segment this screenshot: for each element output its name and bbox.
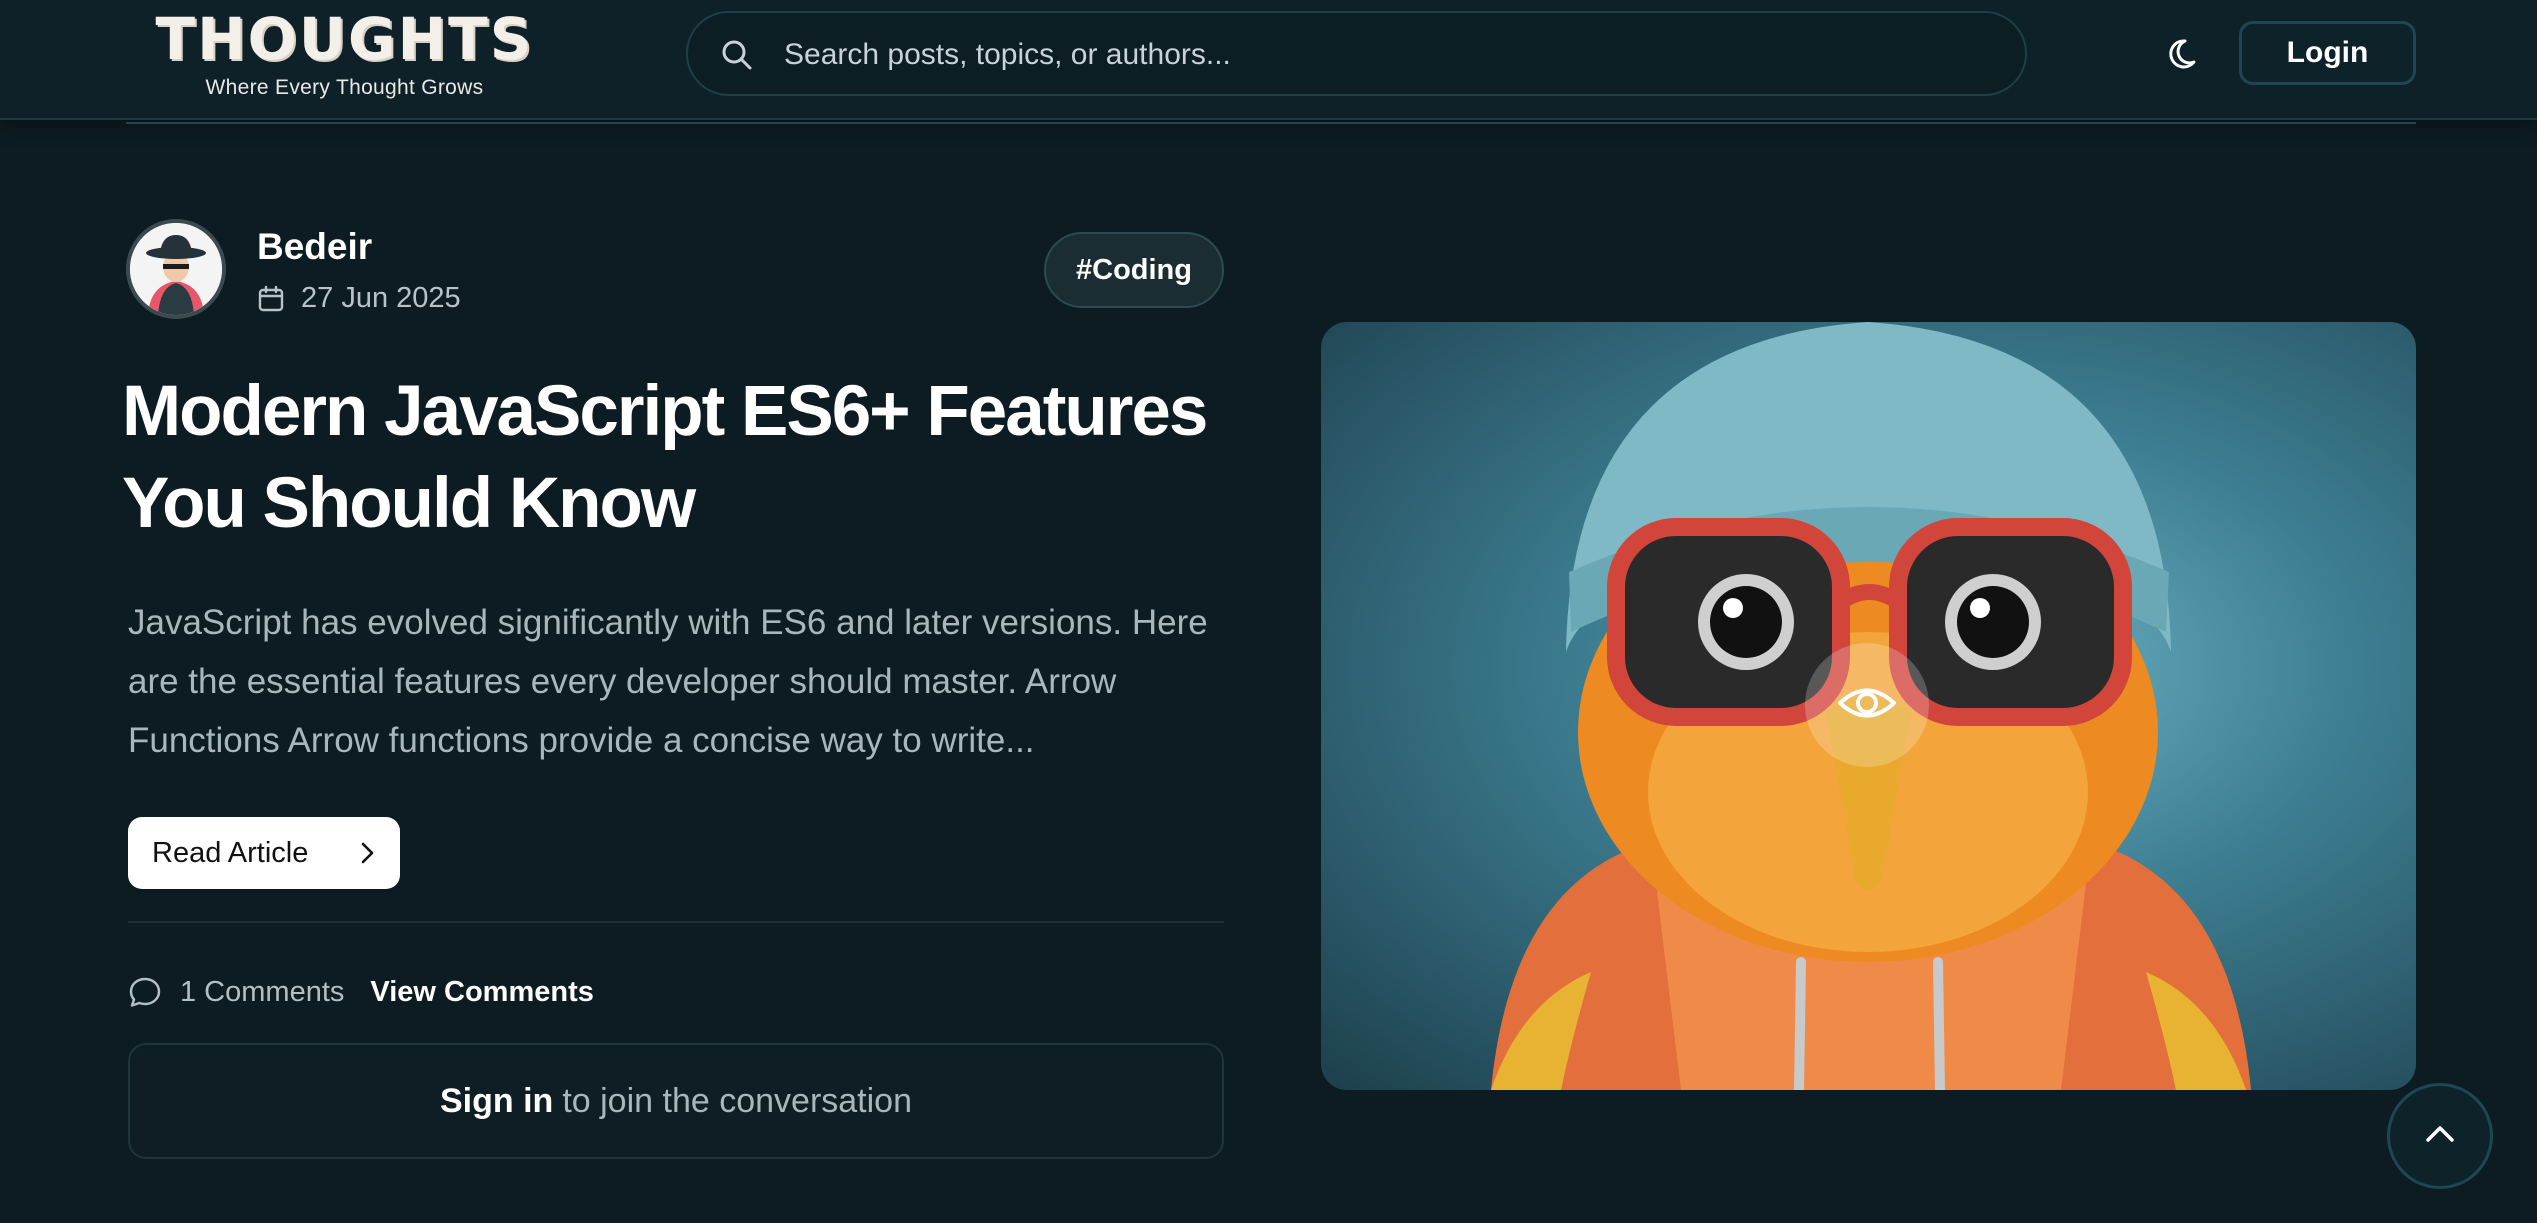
read-article-label: Read Article <box>152 836 309 869</box>
logo-wordmark: THOUGHTS <box>155 5 534 73</box>
post-date-row: 27 Jun 2025 <box>257 282 461 315</box>
comment-count: 1 Comments <box>180 975 345 1008</box>
eye-icon <box>1836 672 1898 739</box>
theme-toggle-button[interactable] <box>2165 32 2209 76</box>
signin-prompt: Sign in to join the conversation <box>128 1043 1224 1159</box>
view-comments-link[interactable]: View Comments <box>370 976 593 1009</box>
site-logo[interactable]: THOUGHTS Where Every Thought Grows <box>132 10 557 100</box>
search-bar[interactable] <box>686 11 2027 96</box>
scroll-to-top-button[interactable] <box>2387 1083 2493 1189</box>
search-icon <box>720 38 754 72</box>
signin-prompt-text: to join the conversation <box>562 1081 912 1120</box>
signin-link[interactable]: Sign in <box>440 1082 553 1121</box>
view-image-button[interactable] <box>1805 643 1929 767</box>
chevron-up-icon <box>2422 1116 2458 1157</box>
site-header: THOUGHTS Where Every Thought Grows Login <box>0 0 2537 120</box>
author-name[interactable]: Bedeir <box>257 226 372 268</box>
post-excerpt: JavaScript has evolved significantly wit… <box>128 603 1208 760</box>
login-button[interactable]: Login <box>2239 21 2416 85</box>
comment-icon <box>128 975 162 1009</box>
moon-icon <box>2165 39 2209 80</box>
author-avatar[interactable] <box>126 219 226 319</box>
header-divider <box>126 122 2416 124</box>
search-input[interactable] <box>784 33 1964 77</box>
post-tag[interactable]: #Coding <box>1044 232 1224 308</box>
logo-tagline: Where Every Thought Grows <box>205 76 484 99</box>
calendar-icon <box>257 285 285 313</box>
post-date: 27 Jun 2025 <box>301 282 461 314</box>
comments-row: 1 Comments View Comments <box>128 975 594 1009</box>
post-title[interactable]: Modern JavaScript ES6+ Features You Shou… <box>122 366 1252 550</box>
chevron-right-icon <box>354 840 380 866</box>
read-article-button[interactable]: Read Article <box>128 817 400 889</box>
content-divider <box>128 921 1224 923</box>
